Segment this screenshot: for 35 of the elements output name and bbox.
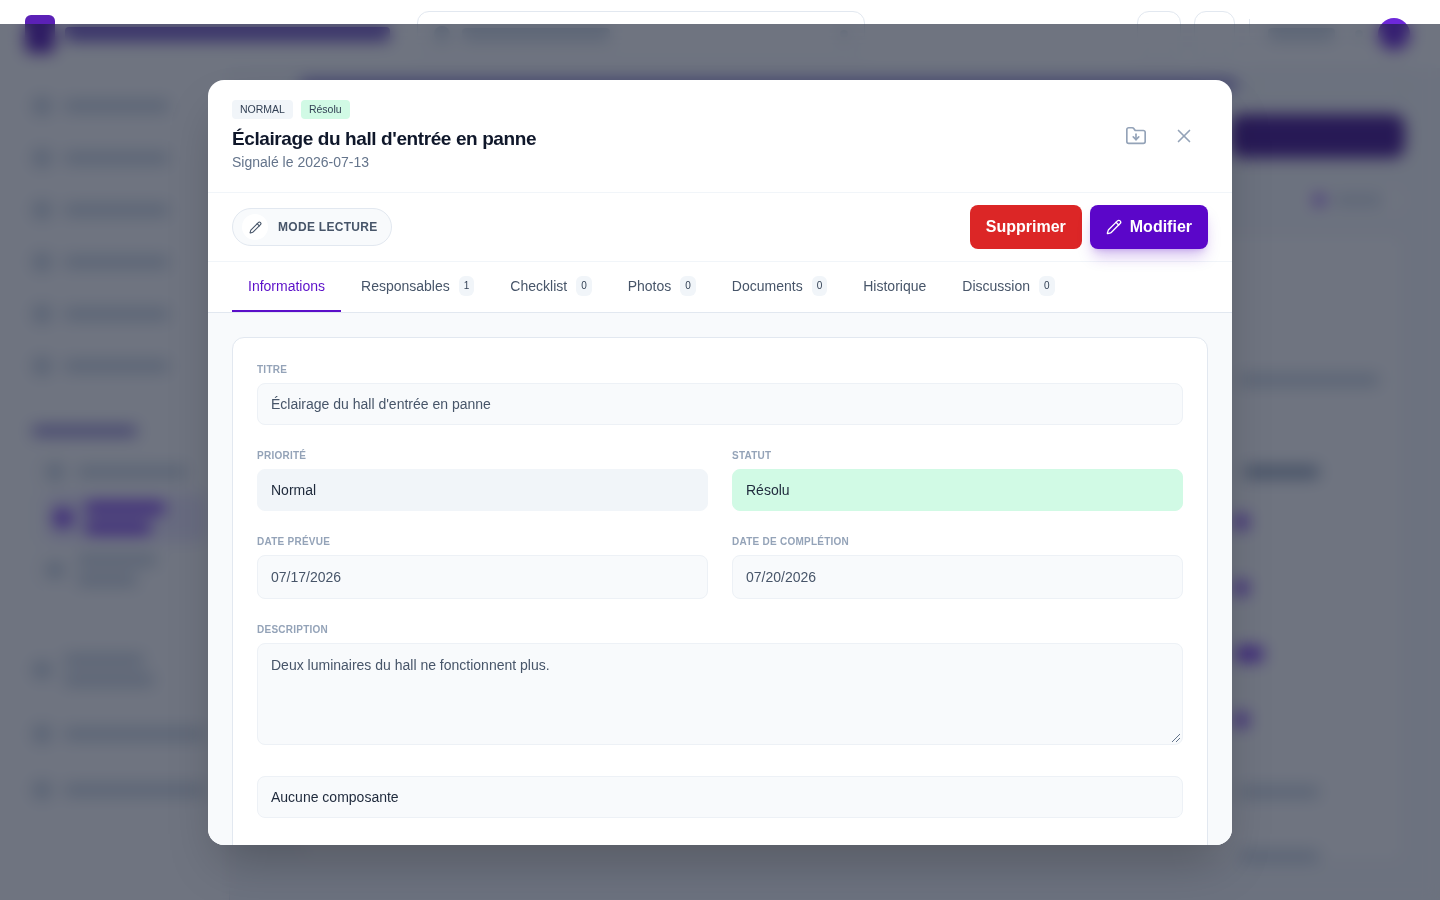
delete-button[interactable]: Supprimer	[969, 205, 1082, 249]
title-field[interactable]: Éclairage du hall d'entrée en panne	[257, 383, 1183, 425]
count-badge: 0	[680, 276, 696, 296]
status-badge: Résolu	[300, 100, 350, 119]
date-field[interactable]: 07/20/2026	[732, 555, 1183, 599]
date-field[interactable]: 07/17/2026	[257, 555, 708, 599]
count-badge: 0	[576, 276, 592, 296]
modal-title: Éclairage du hall d'entrée en panne	[232, 128, 537, 150]
field-label: STATUT	[732, 450, 773, 462]
tab[interactable]: Checklist 0	[494, 262, 608, 312]
priority-field[interactable]: Normal	[257, 469, 708, 511]
field-label: TITRE	[257, 364, 289, 376]
tab[interactable]: Historique	[847, 262, 943, 312]
field-label: DATE DE COMPLÉTION	[732, 536, 851, 548]
read-mode-button[interactable]: MODE LECTURE	[232, 208, 392, 246]
pencil-icon	[1105, 219, 1122, 235]
field-label: DESCRIPTION	[257, 624, 330, 636]
count-badge: 1	[458, 276, 475, 296]
resize-handle-icon[interactable]	[1172, 734, 1180, 742]
count-badge: 0	[811, 276, 828, 296]
tab[interactable]: Discussion 0	[946, 262, 1071, 312]
edit-button[interactable]: Modifier	[1089, 205, 1208, 249]
status-badge: NORMAL	[232, 100, 293, 119]
component-field[interactable]: Aucune composante	[257, 776, 1183, 818]
modal-subtitle: Signalé le 2026-07-13	[232, 153, 370, 172]
field-label: DATE PRÉVUE	[257, 536, 332, 548]
status-field[interactable]: Résolu	[732, 469, 1183, 511]
pencil-icon	[242, 214, 268, 240]
tab[interactable]: Documents 0	[715, 262, 844, 312]
field-label: PRIORITÉ	[257, 450, 308, 462]
description-textarea[interactable]: Deux luminaires du hall ne fonctionnent plus.	[257, 643, 1183, 745]
tab[interactable]: Photos 0	[611, 262, 712, 312]
count-badge: 0	[1038, 276, 1055, 296]
tab[interactable]: Responsables 1	[345, 262, 491, 312]
folder-download-icon	[1125, 125, 1147, 147]
